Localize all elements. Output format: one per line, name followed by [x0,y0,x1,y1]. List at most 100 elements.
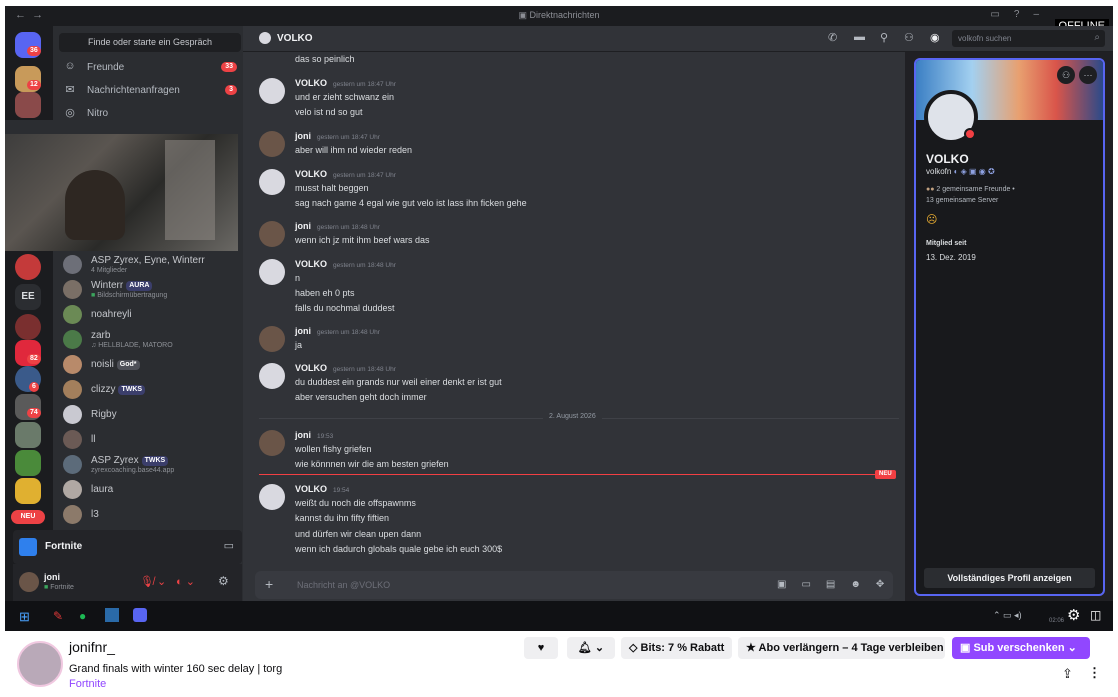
renew-sub-button[interactable]: ★ Abo verlängern – 4 Tage verbleiben [738,637,945,659]
list-item[interactable]: clizzy TWKS [63,378,243,402]
friends-icon: ☺ [64,60,76,72]
pin-icon[interactable]: ⚲ [880,31,888,44]
notifications-button[interactable]: 🔔︎ ⌄ [567,637,615,659]
message-author[interactable]: VOLKO [295,363,327,373]
list-item[interactable]: ASP Zyrex, Eyne, Winterr 4 Mitglieder [63,253,243,277]
more-options-icon[interactable]: ⋯ [1079,66,1097,84]
avatar[interactable] [259,221,285,247]
list-item[interactable]: zarb ♫ HELLBLADE, MATORO [63,328,243,352]
message-author[interactable]: VOLKO [295,169,327,179]
nitro-icon: ◎ [65,107,75,119]
list-item[interactable]: noisli God* [63,353,243,377]
help-icon[interactable]: ? [1014,9,1034,20]
requests-count-badge: 3 [225,85,237,95]
list-item[interactable]: Winterr AURA ■ Bildschirmübertragung [63,278,243,302]
more-options-icon[interactable]: ⋮ [1088,665,1101,681]
window-title: Direktnachrichten [529,10,600,20]
window-controls[interactable]: ▭?– [990,9,1053,20]
avatar [63,505,82,524]
inbox-icon[interactable]: ▭ [990,9,1013,20]
deafen-icon[interactable]: ◐ ⌄ [176,575,195,588]
aura-tag: AURA [126,281,153,291]
list-item[interactable]: l3 [63,503,243,527]
discord-taskbar-icon[interactable] [133,608,147,622]
tray-icons[interactable]: ⌃ ▭ ◂) [993,610,1022,621]
message-author[interactable]: joni [295,221,311,231]
avatar[interactable] [259,484,285,510]
mutual-friends[interactable]: ●● 2 gemeinsame Freunde • [926,186,1015,193]
member-since-date: 13. Dez. 2019 [926,253,976,262]
server-icon[interactable] [15,450,41,476]
game-activity-bar[interactable]: Fortnite ▭ [13,530,242,564]
avatar[interactable] [259,78,285,104]
profile-display-name: VOLKO [926,152,969,166]
windows-start-icon[interactable]: ⊞ [19,609,30,625]
video-call-icon[interactable]: ▬ [854,31,865,43]
new-servers-pill[interactable]: NEU [11,510,45,524]
server-icon[interactable] [15,422,41,448]
add-attachment-icon[interactable]: + [265,576,273,592]
user-profile-icon[interactable]: ◉ [930,31,940,44]
avatar [63,330,82,349]
avatar[interactable] [259,131,285,157]
avatar[interactable] [259,259,285,285]
avatar[interactable] [259,430,285,456]
dm-subtitle: 4 Mitglieder [91,267,128,274]
view-full-profile-button[interactable]: Vollständiges Profil anzeigen [924,568,1095,588]
server-ee[interactable]: EE [15,284,41,310]
gift-sub-button[interactable]: ▣ Sub verschenken ⌄ [952,637,1090,659]
sidebar-item-message-requests[interactable]: ✉ Nachrichtenanfragen 3 [61,81,241,101]
bits-button[interactable]: ◇ Bits: 7 % Rabatt [621,637,732,659]
list-item[interactable]: laura [63,478,243,502]
message-author[interactable]: joni [295,131,311,141]
dm-name: l3 [91,509,99,520]
sidebar-item-friends[interactable]: ☺ Freunde 33 [61,58,241,78]
follow-heart-button[interactable]: ♥ [524,637,558,659]
mutual-servers[interactable]: 13 gemeinsame Server [926,197,998,204]
chat-search-input[interactable]: volkofn suchen ⌕ [952,30,1105,47]
list-item[interactable]: noahreyli [63,303,243,327]
avatar[interactable] [259,363,285,389]
message-line: ja [295,340,303,350]
bell-icon: 🔔︎ [577,642,592,654]
avatar[interactable] [259,326,285,352]
avatar[interactable] [19,572,39,592]
server-badge: 82 [27,354,41,364]
server-icon[interactable] [15,92,41,118]
add-friend-icon[interactable]: ⚇ [1057,66,1075,84]
stream-category[interactable]: Fortnite [69,678,106,690]
app-icon[interactable]: ✎ [53,609,63,623]
channel-avatar[interactable] [17,641,63,687]
app-icon[interactable] [105,608,119,622]
theatre-mode-icon[interactable]: ◫ [1090,608,1101,622]
server-icon[interactable] [15,314,41,340]
list-item[interactable]: ll [63,428,243,452]
settings-gear-icon[interactable]: ⚙ [218,574,229,588]
message-author[interactable]: VOLKO [295,484,327,494]
list-item[interactable]: Rigby [63,403,243,427]
message-author[interactable]: joni [295,326,311,336]
spotify-icon[interactable]: ● [79,609,86,623]
screen-share-icon[interactable]: ▭ [224,539,234,552]
avatar [63,480,82,499]
find-conversation-button[interactable]: Finde oder starte ein Gespräch [59,33,241,52]
minimize-icon[interactable]: – [1033,9,1053,20]
message-author[interactable]: joni [295,430,311,440]
input-toolbar-icons[interactable]: ▣▭▤☻✥ [777,579,899,590]
message-author[interactable]: VOLKO [295,78,327,88]
mic-muted-icon[interactable]: 🎙︎̸ ⌄ [140,575,166,588]
list-item[interactable]: ASP Zyrex TWKS zyrexcoaching.base44.app [63,453,243,477]
add-friend-icon[interactable]: ⚇ [904,31,914,44]
avatar[interactable] [259,169,285,195]
server-icon[interactable] [15,254,41,280]
voice-call-icon[interactable]: ✆ [828,31,837,44]
message-input[interactable]: + Nachricht an @VOLKO ▣▭▤☻✥ [255,571,893,599]
player-settings-gear-icon[interactable]: ⚙ [1067,606,1080,624]
message-author[interactable]: VOLKO [295,259,327,269]
gif-icon: ▭ [801,579,826,590]
dm-subtitle: ♫ HELLBLADE, MATORO [91,342,173,349]
channel-name[interactable]: jonifnr_ [69,639,115,655]
server-badge: 6 [29,382,39,392]
server-icon[interactable] [15,478,41,504]
share-icon[interactable]: ⇪ [1062,666,1073,682]
